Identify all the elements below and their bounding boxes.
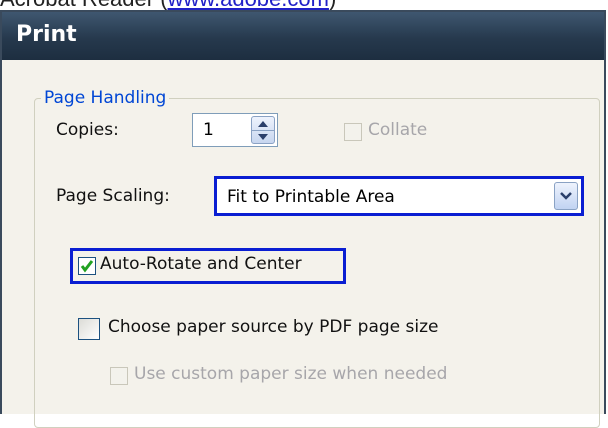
copies-value[interactable]: 1 [203, 120, 214, 140]
collate-checkbox[interactable] [344, 123, 362, 141]
triangle-down-icon [258, 133, 268, 140]
custom-paper-size-label: Use custom paper size when needed [134, 364, 448, 384]
print-dialog: Print Page Handling Copies: 1 Collate Pa… [0, 10, 606, 428]
page-scaling-dropdown-button[interactable] [554, 182, 578, 210]
page-scaling-select[interactable]: Fit to Printable Area [214, 176, 584, 216]
spin-up-button[interactable] [252, 117, 274, 131]
page-scaling-label: Page Scaling: [56, 186, 170, 206]
title-bar[interactable]: Print [2, 12, 604, 60]
copies-spinner[interactable]: 1 [192, 113, 278, 147]
page-handling-legend: Page Handling [44, 88, 167, 108]
custom-paper-size-checkbox[interactable] [110, 367, 128, 385]
dialog-title: Print [16, 22, 77, 47]
choose-paper-source-checkbox[interactable] [78, 318, 100, 340]
triangle-up-icon [258, 120, 268, 127]
auto-rotate-checkbox[interactable] [78, 257, 96, 275]
dialog-client-area: Page Handling Copies: 1 Collate Page Sca… [2, 60, 604, 428]
copies-label: Copies: [56, 120, 119, 140]
page-scaling-value: Fit to Printable Area [227, 187, 395, 207]
spin-down-button[interactable] [252, 130, 274, 143]
collate-label: Collate [368, 120, 428, 140]
copies-spin-buttons[interactable] [251, 116, 275, 144]
chevron-down-icon [560, 192, 572, 200]
auto-rotate-label: Auto-Rotate and Center [100, 254, 302, 274]
check-icon [80, 260, 94, 273]
choose-paper-source-label: Choose paper source by PDF page size [108, 317, 439, 337]
